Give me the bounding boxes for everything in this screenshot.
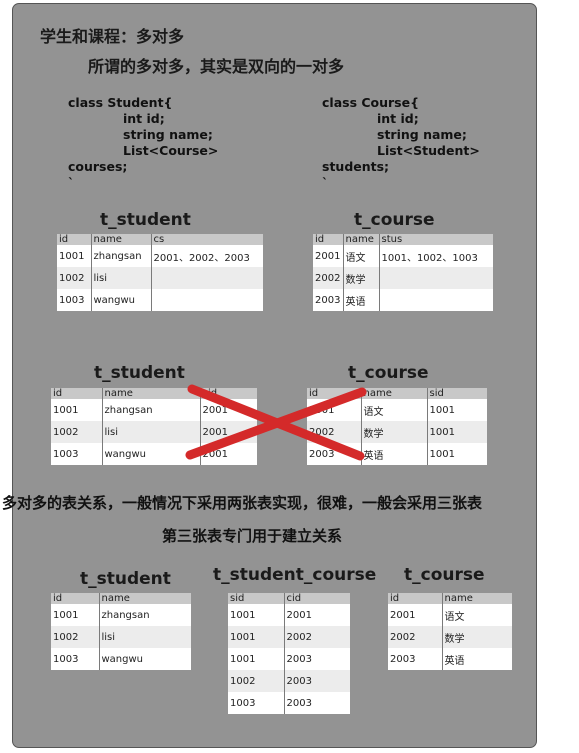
note-three-tables: 多对多的表关系，一般情况下采用两张表实现，很难，一般会采用三张表 [2,494,483,512]
table-s3-course: id name 2001 语文 2002 数学 2003 英语 [388,593,512,670]
table-cell: zhangsan [99,604,191,626]
table-cell: lisi [99,626,191,648]
note-link-table: 第三张表专门用于建立关系 [162,527,343,545]
table-row: 1001 2001 [228,604,350,626]
table-cell: 2003 [284,648,350,670]
table-s3-student: id name 1001 zhangsan 1002 lisi 1003 wan… [51,593,191,670]
table-row: 1003 wangwu [51,648,191,670]
table-cell: 数学 [442,626,512,648]
table-cell: 1001 [228,604,285,626]
table-cell: 英语 [442,648,512,670]
table-row: 1001 2002 [228,626,350,648]
table-s3-link: sid cid 1001 2001 1001 2002 1001 2003 10… [228,593,350,714]
column-header: cid [284,593,350,604]
table-cell: 2003 [388,648,443,670]
table-cell: 2002 [284,626,350,648]
table-cell: 1003 [51,648,100,670]
table-cell: 1001 [228,626,285,648]
table-row: 1001 2003 [228,648,350,670]
table-cell: wangwu [99,648,191,670]
table-row: 1002 lisi [51,626,191,648]
table-row: 1001 zhangsan [51,604,191,626]
column-header: name [99,593,191,604]
table-cell: 2003 [284,692,350,714]
table-cell: 1002 [228,670,285,692]
table-cell: 2003 [284,670,350,692]
table-row: 1003 2003 [228,692,350,714]
table-row: 2001 语文 [388,604,512,626]
column-header: id [51,593,100,604]
table-row: 2003 英语 [388,648,512,670]
column-header: name [442,593,512,604]
table-row: 1002 2003 [228,670,350,692]
column-header: id [388,593,443,604]
table-cell: 语文 [442,604,512,626]
table-cell: 2002 [388,626,443,648]
table-cell: 1001 [228,648,285,670]
table-title: t_student_course [213,565,377,585]
table-title: t_course [404,565,485,585]
table-cell: 1003 [228,692,285,714]
column-header: sid [228,593,285,604]
table-cell: 1001 [51,604,100,626]
table-cell: 2001 [388,604,443,626]
table-row: 2002 数学 [388,626,512,648]
table-cell: 2001 [284,604,350,626]
table-title: t_student [80,569,171,589]
table-cell: 1002 [51,626,100,648]
